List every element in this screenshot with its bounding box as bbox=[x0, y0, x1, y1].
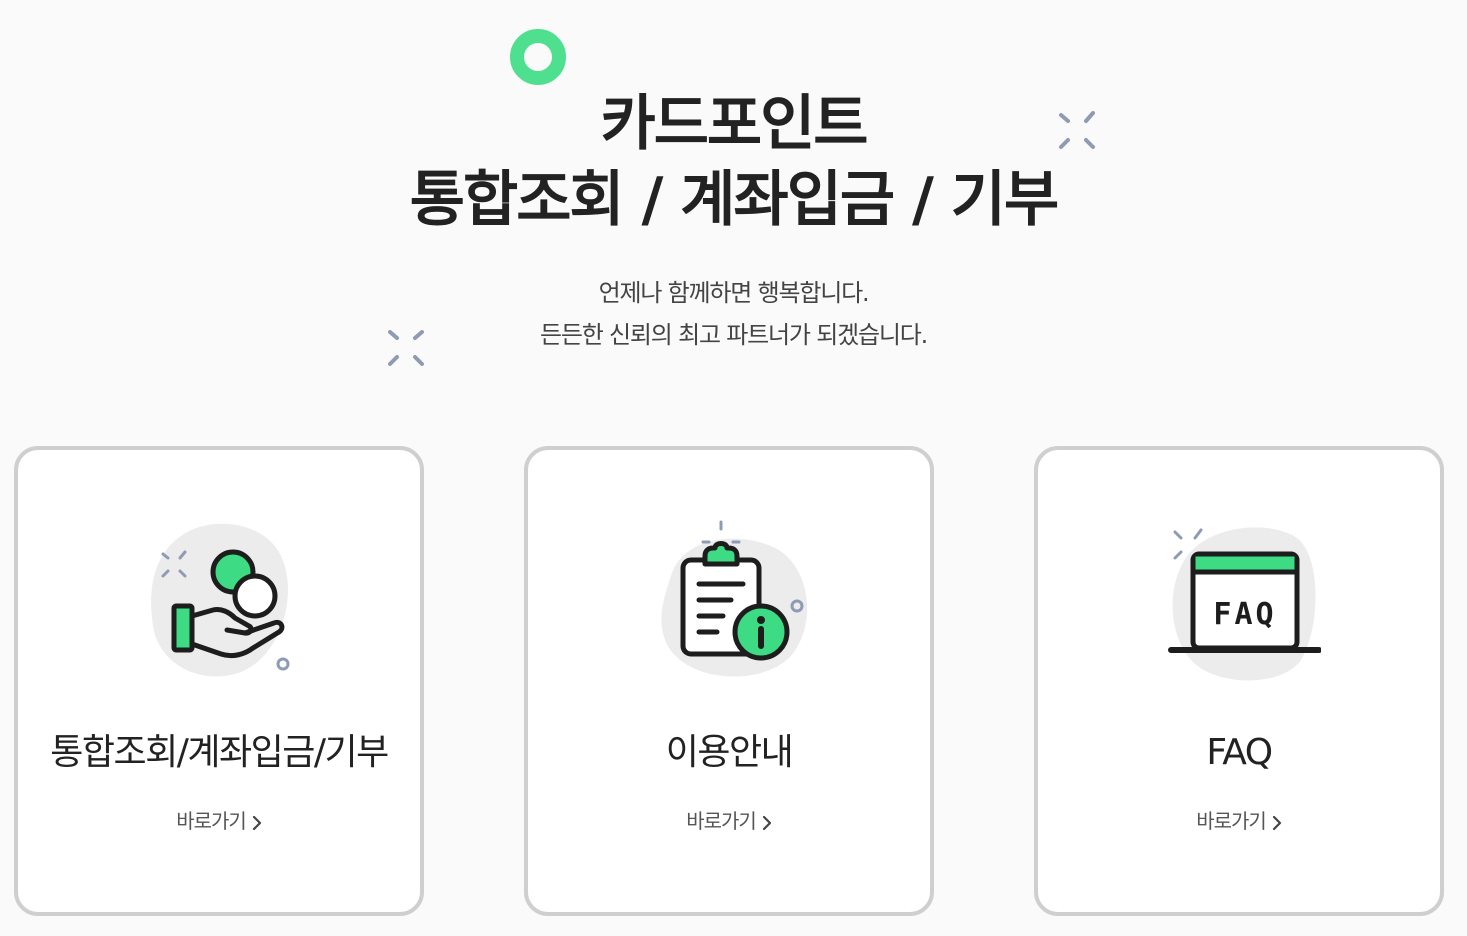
page-subtitle: 언제나 함께하면 행복합니다. 든든한 신뢰의 최고 파트너가 되겠습니다. bbox=[0, 272, 1467, 356]
chevron-right-icon bbox=[762, 815, 771, 830]
hand-coins-icon bbox=[151, 523, 290, 677]
page-title-line1: 카드포인트 bbox=[600, 89, 869, 159]
chevron-right-icon bbox=[252, 815, 261, 830]
go-link-label: 바로가기 bbox=[686, 809, 757, 833]
chevron-right-icon bbox=[1272, 815, 1281, 830]
card-faq[interactable]: FAQ FAQ 바로가기 bbox=[1034, 446, 1444, 916]
page-subtitle-line2: 든든한 신뢰의 최고 파트너가 되겠습니다. bbox=[539, 321, 928, 349]
go-link-label: 바로가기 bbox=[1196, 809, 1267, 833]
go-link[interactable]: 바로가기 bbox=[18, 806, 420, 836]
go-link[interactable]: 바로가기 bbox=[1038, 806, 1440, 836]
faq-icon-text: FAQ bbox=[1213, 597, 1276, 632]
page-title: 카드포인트 통합조회 / 계좌입금 / 기부 bbox=[0, 86, 1467, 238]
page: 카드포인트 통합조회 / 계좌입금 / 기부 언제나 함께하면 행복합니다. 든… bbox=[0, 0, 1467, 936]
ring-decoration-icon bbox=[510, 29, 566, 85]
page-title-line2: 통합조회 / 계좌입금 / 기부 bbox=[409, 165, 1059, 235]
go-link-label: 바로가기 bbox=[176, 809, 247, 833]
clipboard-info-icon bbox=[661, 520, 808, 677]
card-usage-guide[interactable]: 이용안내 바로가기 bbox=[524, 446, 934, 916]
card-title: 이용안내 bbox=[665, 732, 794, 773]
card-title: 통합조회/계좌입금/기부 bbox=[50, 732, 389, 773]
page-subtitle-line1: 언제나 함께하면 행복합니다. bbox=[598, 279, 870, 307]
card-title: FAQ bbox=[1206, 732, 1273, 773]
faq-window-icon: FAQ bbox=[1168, 527, 1321, 681]
card-integrated-inquiry[interactable]: 통합조회/계좌입금/기부 바로가기 bbox=[14, 446, 424, 916]
go-link[interactable]: 바로가기 bbox=[528, 806, 930, 836]
